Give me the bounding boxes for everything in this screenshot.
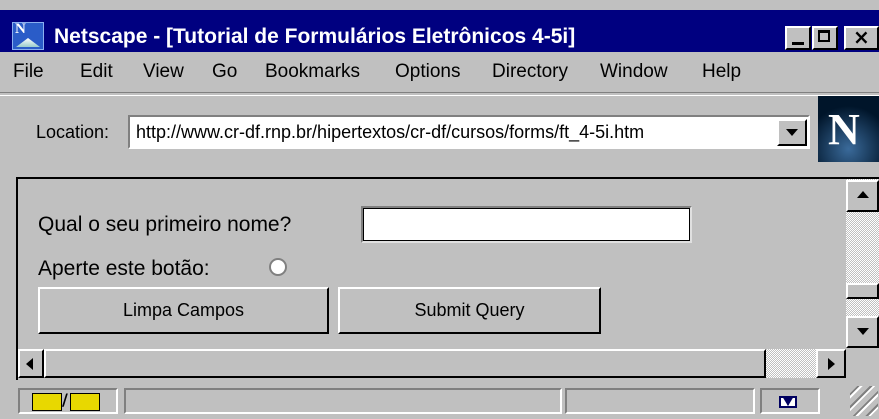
menu-directory[interactable]: Directory — [492, 61, 568, 83]
toolbar-separator — [0, 92, 879, 96]
security-key-icon[interactable]: / — [32, 390, 102, 411]
menu-window[interactable]: Window — [600, 61, 668, 83]
radio-prompt-label: Aperte este botão: — [38, 257, 210, 280]
netscape-n-logo[interactable]: N — [818, 96, 879, 162]
title-bar[interactable]: N Netscape - [Tutorial de Formulários El… — [0, 10, 879, 52]
vertical-scroll-thumb[interactable] — [846, 283, 879, 299]
minimize-button[interactable] — [785, 26, 811, 50]
menu-bar: File Edit View Go Bookmarks Options Dire… — [0, 54, 879, 88]
scroll-left-button[interactable] — [18, 349, 44, 378]
first-name-label: Qual o seu primeiro nome? — [38, 213, 292, 236]
scrollbar-corner — [846, 348, 879, 380]
location-url[interactable]: http://www.cr-df.rnp.br/hipertextos/cr-d… — [136, 122, 644, 143]
maximize-button[interactable] — [812, 26, 838, 50]
close-button[interactable]: × — [844, 25, 879, 50]
netscape-app-icon: N — [12, 21, 44, 50]
submit-button[interactable]: Submit Query — [338, 287, 601, 334]
close-icon: × — [853, 25, 870, 49]
horizontal-scroll-track[interactable] — [766, 349, 816, 378]
menu-help[interactable]: Help — [702, 61, 741, 83]
menu-go[interactable]: Go — [212, 61, 237, 83]
menu-bookmarks[interactable]: Bookmarks — [265, 61, 360, 83]
location-label: Location: — [36, 122, 110, 142]
status-message-section — [124, 388, 562, 414]
scroll-right-button[interactable] — [816, 349, 846, 378]
resize-grip[interactable] — [850, 386, 878, 416]
menu-edit[interactable]: Edit — [80, 61, 113, 83]
menu-options[interactable]: Options — [395, 61, 460, 83]
mail-envelope-icon[interactable] — [779, 396, 797, 408]
radio-button[interactable] — [269, 258, 287, 276]
status-progress-section — [565, 388, 755, 414]
location-field[interactable]: http://www.cr-df.rnp.br/hipertextos/cr-d… — [128, 115, 810, 149]
location-dropdown-button[interactable] — [777, 119, 807, 146]
window-title: Netscape - [Tutorial de Formulários Elet… — [54, 25, 576, 48]
horizontal-scroll-thumb[interactable] — [44, 349, 766, 378]
scroll-down-button[interactable] — [846, 316, 879, 348]
scroll-up-button[interactable] — [846, 180, 879, 212]
reset-button[interactable]: Limpa Campos — [38, 287, 329, 334]
first-name-input[interactable] — [361, 206, 692, 243]
menu-view[interactable]: View — [143, 61, 184, 83]
browser-window: N Netscape - [Tutorial de Formulários El… — [0, 0, 879, 419]
menu-file[interactable]: File — [13, 61, 44, 83]
